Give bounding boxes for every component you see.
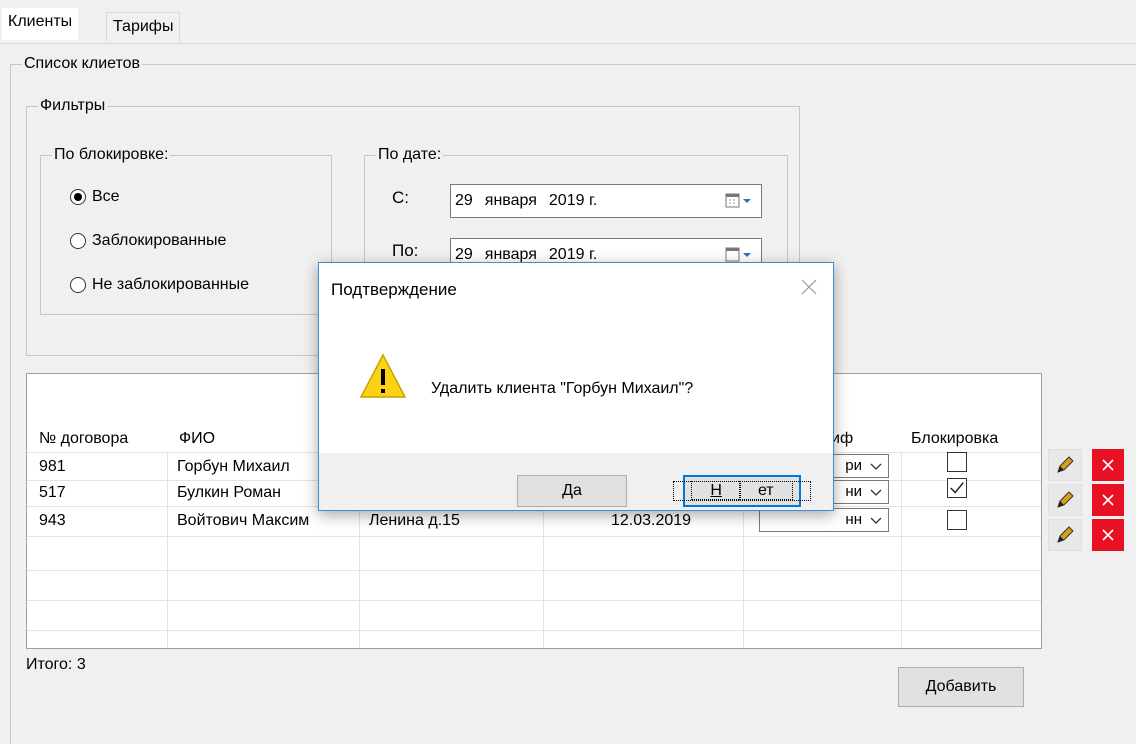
warning-icon xyxy=(359,353,407,398)
radio-not-blocked-label: Не заблокированные xyxy=(92,276,250,293)
block-filter-legend: По блокировке: xyxy=(52,145,171,165)
delete-x-icon xyxy=(1102,529,1114,541)
row1-name[interactable]: Горбун Михаил xyxy=(177,458,290,476)
header-tariff: иф xyxy=(831,430,854,447)
no-label-mnemonic: Н xyxy=(691,481,741,500)
row3-tariff-select[interactable]: нн xyxy=(759,508,889,532)
column-divider xyxy=(901,452,902,648)
add-button[interactable]: Добавить xyxy=(898,667,1024,707)
date-from-label: С: xyxy=(392,188,409,207)
pencil-icon xyxy=(1057,456,1074,473)
calendar-icon[interactable] xyxy=(725,193,755,209)
row-divider xyxy=(27,630,1041,631)
radio-all-circle[interactable] xyxy=(70,189,86,205)
row1-tariff-value: ри xyxy=(845,457,862,474)
no-button[interactable]: Нет xyxy=(673,475,811,507)
chevron-down-icon xyxy=(870,463,882,470)
date-from-day: 29 xyxy=(455,192,473,209)
row1-contract[interactable]: 981 xyxy=(39,458,66,476)
header-name: ФИО xyxy=(179,430,216,447)
radio-not-blocked-circle[interactable] xyxy=(70,277,86,293)
tab-strip: Клиенты Тарифы xyxy=(0,0,1136,44)
pencil-icon xyxy=(1057,491,1074,508)
radio-all-label: Все xyxy=(92,188,120,205)
total-count: Итого: 3 xyxy=(26,656,86,673)
date-from-month: января xyxy=(484,192,537,209)
header-contract: № договора xyxy=(39,430,129,447)
tab-tariffs[interactable]: Тарифы xyxy=(106,12,181,42)
column-divider xyxy=(167,452,168,648)
row2-name[interactable]: Булкин Роман xyxy=(177,484,281,502)
filters-legend: Фильтры xyxy=(38,96,108,116)
row3-edit-button[interactable] xyxy=(1048,519,1082,551)
calendar-icon[interactable] xyxy=(725,247,755,263)
row-divider xyxy=(27,600,1041,601)
date-filter-legend: По дате: xyxy=(376,145,444,165)
row1-blocked-checkbox[interactable] xyxy=(947,452,967,472)
radio-blocked-circle[interactable] xyxy=(70,233,86,249)
tab-divider xyxy=(0,43,1136,44)
row1-edit-button[interactable] xyxy=(1048,449,1082,481)
row3-delete-button[interactable] xyxy=(1092,519,1124,551)
row-divider xyxy=(27,536,1041,537)
date-from-picker[interactable]: 29 января 2019 г. xyxy=(450,184,762,218)
yes-button[interactable]: Да xyxy=(517,475,627,507)
pencil-icon xyxy=(1057,526,1074,543)
row2-delete-button[interactable] xyxy=(1092,484,1124,516)
radio-all[interactable]: Все xyxy=(70,188,120,206)
row2-tariff-value: ни xyxy=(845,483,862,500)
date-from-year: 2019 г. xyxy=(548,192,598,209)
row3-tariff-value: нн xyxy=(845,511,862,528)
date-to-label: По: xyxy=(392,241,419,260)
checkmark-icon xyxy=(950,482,964,494)
row3-date[interactable]: 12.03.2019 xyxy=(611,512,691,530)
delete-x-icon xyxy=(1102,459,1114,471)
yes-label-mnemonic: Д xyxy=(562,482,573,499)
row3-name[interactable]: Войтович Максим xyxy=(177,512,309,530)
row3-contract[interactable]: 943 xyxy=(39,512,66,530)
radio-blocked[interactable]: Заблокированные xyxy=(70,232,226,250)
row2-edit-button[interactable] xyxy=(1048,484,1082,516)
no-label-rest: ет xyxy=(738,481,793,500)
chevron-down-icon xyxy=(870,489,882,496)
chevron-down-icon xyxy=(870,517,882,524)
row3-address[interactable]: Ленина д.15 xyxy=(369,512,460,530)
yes-label-rest: а xyxy=(572,482,582,499)
confirm-dialog: Подтверждение Удалить клиента "Горбун Ми… xyxy=(318,262,834,511)
header-block: Блокировка xyxy=(911,430,999,447)
row2-contract[interactable]: 517 xyxy=(39,484,66,502)
row3-blocked-checkbox[interactable] xyxy=(947,510,967,530)
row-divider xyxy=(27,570,1041,571)
row2-blocked-checkbox[interactable] xyxy=(947,478,967,498)
dialog-message: Удалить клиента "Горбун Михаил"? xyxy=(431,380,694,397)
radio-not-blocked[interactable]: Не заблокированные xyxy=(70,276,249,294)
no-label: Нет xyxy=(673,481,811,501)
radio-blocked-label: Заблокированные xyxy=(92,232,227,249)
client-list-legend: Список клиетов xyxy=(22,54,143,74)
tab-clients[interactable]: Клиенты xyxy=(2,8,79,40)
row1-delete-button[interactable] xyxy=(1092,449,1124,481)
close-icon[interactable] xyxy=(799,277,819,297)
delete-x-icon xyxy=(1102,494,1114,506)
dialog-title: Подтверждение xyxy=(331,280,457,299)
